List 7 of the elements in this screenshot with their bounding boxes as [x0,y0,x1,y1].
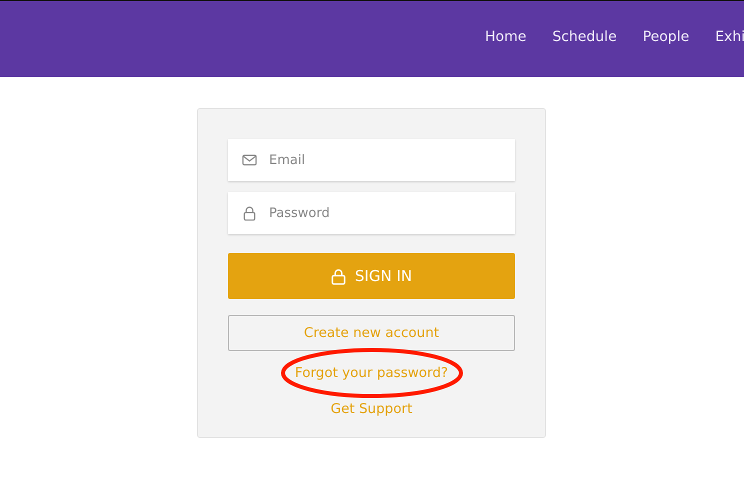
lock-icon [330,268,346,284]
nav-link[interactable]: Schedule [552,29,617,45]
nav-link[interactable]: People [642,29,690,45]
nav-link[interactable]: Home [485,29,526,45]
nav-link[interactable]: Exhi [715,29,744,45]
input-field[interactable]: Password [228,192,515,234]
input-field[interactable]: Email [228,139,515,181]
